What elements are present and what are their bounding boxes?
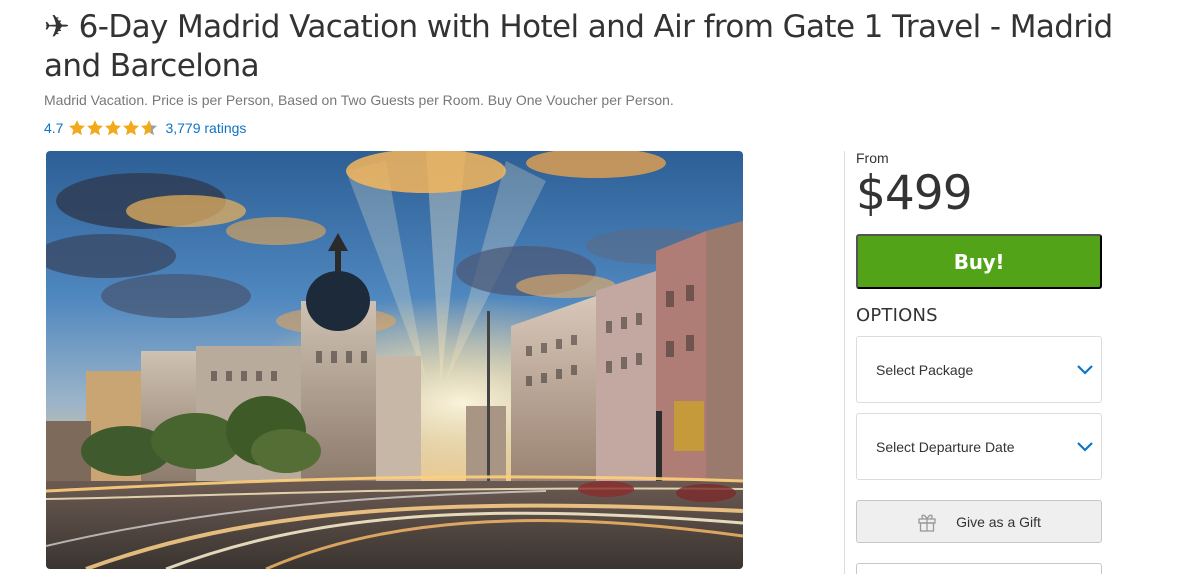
give-as-gift-button[interactable]: Give as a Gift: [856, 500, 1102, 543]
departure-date-select[interactable]: Select Departure Date: [856, 413, 1102, 480]
package-select-label: Select Package: [876, 361, 974, 378]
rating-value: 4.7: [44, 120, 64, 136]
price-from-label: From: [856, 150, 889, 166]
deal-hero-image[interactable]: [46, 151, 743, 569]
column-divider: [844, 151, 845, 574]
star-half-icon: [141, 120, 158, 136]
deal-title: ✈ 6-Day Madrid Vacation with Hotel and A…: [44, 9, 1113, 84]
ratings-link[interactable]: 3,779 ratings: [165, 120, 246, 136]
buy-button[interactable]: Buy!: [856, 234, 1102, 289]
price: $499: [856, 166, 973, 221]
madrid-gran-via-photo: [46, 151, 743, 569]
star-icon: [105, 120, 122, 136]
package-select[interactable]: Select Package: [856, 336, 1102, 403]
star-icon: [69, 120, 86, 136]
additional-action-button[interactable]: [856, 563, 1102, 574]
deal-subtitle: Madrid Vacation. Price is per Person, Ba…: [44, 92, 674, 108]
gift-icon: [917, 512, 937, 532]
star-rating: [68, 119, 158, 137]
give-as-gift-label: Give as a Gift: [956, 513, 1041, 530]
star-icon: [123, 120, 140, 136]
departure-date-select-label: Select Departure Date: [876, 438, 1015, 455]
options-heading: OPTIONS: [856, 305, 938, 326]
chevron-down-icon: [1077, 442, 1093, 452]
rating-row: 4.7 3,779 ratings: [44, 118, 246, 138]
chevron-down-icon: [1077, 365, 1093, 375]
star-icon: [87, 120, 104, 136]
